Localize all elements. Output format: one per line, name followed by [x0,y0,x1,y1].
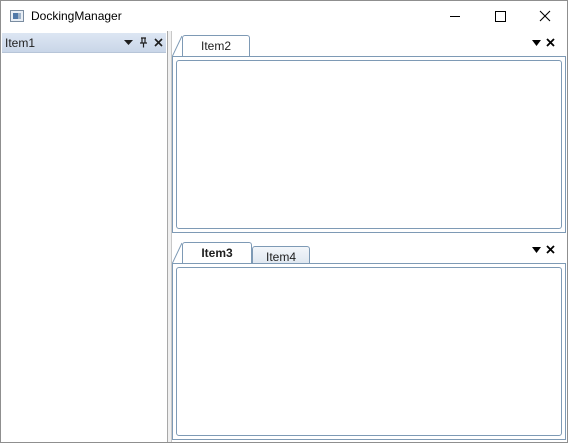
close-icon[interactable] [152,35,164,49]
tab-label: Item4 [265,250,296,264]
dropdown-arrow-icon[interactable] [122,35,134,49]
maximize-icon [494,10,506,22]
pin-icon[interactable] [137,35,149,49]
document-content-item3 [172,263,566,440]
close-icon [539,10,551,22]
close-icon[interactable] [544,38,556,50]
close-icon[interactable] [544,245,556,257]
window-title: DockingManager [31,9,122,23]
tab-label: Item3 [201,246,233,260]
maximize-button[interactable] [477,1,523,31]
tab-slant-decoration [172,35,182,57]
content-panel [176,267,562,436]
title-bar[interactable]: DockingManager [1,1,567,31]
pane-header-item1[interactable]: Item1 [2,33,166,53]
top-tab-group: Item2 [172,33,566,233]
tab-item3[interactable]: Item3 [182,242,252,264]
tab-item2[interactable]: Item2 [182,35,250,57]
dropdown-arrow-icon[interactable] [530,245,542,257]
tab-label: Item2 [200,39,231,53]
tab-strip: Item3 Item4 [172,240,566,264]
pane-header-label: Item1 [5,36,36,50]
minimize-button[interactable] [432,1,478,31]
dropdown-arrow-icon[interactable] [530,38,542,50]
app-window: DockingManager Item1 Item2 Item3 Item4 [0,0,568,443]
app-window-icon [10,10,24,22]
docking-area: Item1 Item2 Item3 Item4 [1,31,567,442]
tab-strip: Item2 [172,33,566,57]
bottom-tab-group: Item3 Item4 [172,240,566,440]
tab-item4[interactable]: Item4 [252,246,310,264]
close-window-button[interactable] [522,1,568,31]
tab-slant-decoration [172,242,182,264]
document-content-item2 [172,56,566,233]
content-panel [176,60,562,229]
left-dock-pane: Item1 [1,31,168,442]
minimize-icon [450,15,460,17]
